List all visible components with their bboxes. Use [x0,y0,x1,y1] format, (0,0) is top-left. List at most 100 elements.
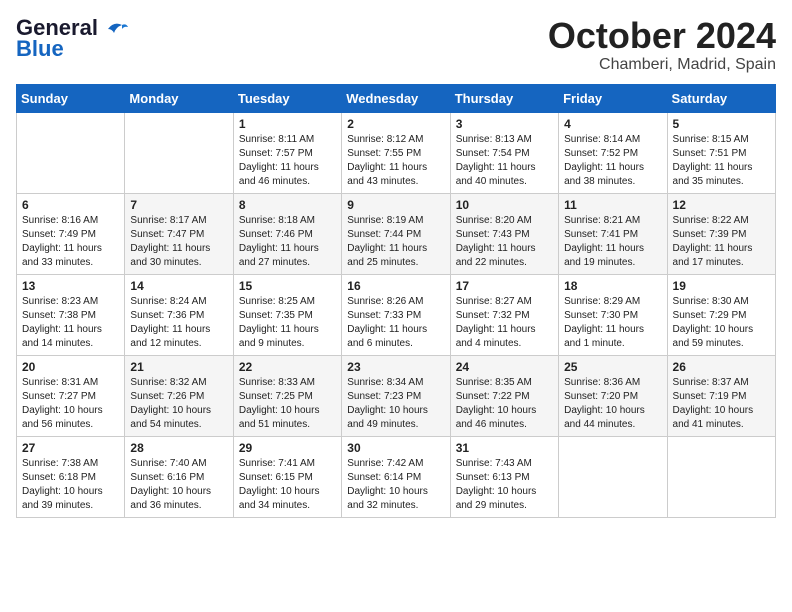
day-info: Sunrise: 7:43 AM Sunset: 6:13 PM Dayligh… [456,457,553,513]
day-info: Sunrise: 8:35 AM Sunset: 7:22 PM Dayligh… [456,376,553,432]
day-number: 6 [22,198,119,212]
day-number: 22 [239,360,336,374]
day-info: Sunrise: 8:24 AM Sunset: 7:36 PM Dayligh… [130,295,227,351]
calendar-week-row: 20 Sunrise: 8:31 AM Sunset: 7:27 PM Dayli… [17,355,776,436]
day-info: Sunrise: 8:12 AM Sunset: 7:55 PM Dayligh… [347,133,444,189]
day-number: 18 [564,279,661,293]
calendar-cell: 5 Sunrise: 8:15 AM Sunset: 7:51 PM Daylig… [667,112,775,193]
calendar-cell: 6 Sunrise: 8:16 AM Sunset: 7:49 PM Daylig… [17,193,125,274]
calendar-cell: 19Sunrise: 8:30 AM Sunset: 7:29 PM Dayli… [667,274,775,355]
calendar-cell: 17 Sunrise: 8:27 AM Sunset: 7:32 PM Dayli… [450,274,558,355]
weekday-header-friday: Friday [559,84,667,112]
logo-blue: Blue [16,36,64,62]
day-number: 28 [130,441,227,455]
day-number: 9 [347,198,444,212]
day-info: Sunrise: 8:19 AM Sunset: 7:44 PM Dayligh… [347,214,444,270]
calendar-cell: 8Sunrise: 8:18 AM Sunset: 7:46 PM Daylig… [233,193,341,274]
calendar-cell: 27 Sunrise: 7:38 AM Sunset: 6:18 PM Dayli… [17,436,125,517]
calendar-cell: 2 Sunrise: 8:12 AM Sunset: 7:55 PM Daylig… [342,112,450,193]
day-number: 26 [673,360,770,374]
calendar-week-row: 13 Sunrise: 8:23 AM Sunset: 7:38 PM Dayli… [17,274,776,355]
day-number: 13 [22,279,119,293]
weekday-header-sunday: Sunday [17,84,125,112]
calendar-cell [125,112,233,193]
title-area: October 2024 Chamberi, Madrid, Spain [548,16,776,74]
location-title: Chamberi, Madrid, Spain [548,56,776,74]
day-info: Sunrise: 8:20 AM Sunset: 7:43 PM Dayligh… [456,214,553,270]
calendar-cell: 31 Sunrise: 7:43 AM Sunset: 6:13 PM Dayli… [450,436,558,517]
day-number: 30 [347,441,444,455]
day-info: Sunrise: 8:14 AM Sunset: 7:52 PM Dayligh… [564,133,661,189]
day-number: 14 [130,279,227,293]
day-info: Sunrise: 8:11 AM Sunset: 7:57 PM Dayligh… [239,133,336,189]
calendar-cell: 28Sunrise: 7:40 AM Sunset: 6:16 PM Dayli… [125,436,233,517]
calendar-cell: 9 Sunrise: 8:19 AM Sunset: 7:44 PM Daylig… [342,193,450,274]
month-title: October 2024 [548,16,776,56]
day-info: Sunrise: 8:23 AM Sunset: 7:38 PM Dayligh… [22,295,119,351]
day-number: 15 [239,279,336,293]
day-number: 7 [130,198,227,212]
day-info: Sunrise: 8:22 AM Sunset: 7:39 PM Dayligh… [673,214,770,270]
calendar-cell: 3Sunrise: 8:13 AM Sunset: 7:54 PM Daylig… [450,112,558,193]
day-info: Sunrise: 8:17 AM Sunset: 7:47 PM Dayligh… [130,214,227,270]
calendar-cell: 26 Sunrise: 8:37 AM Sunset: 7:19 PM Dayli… [667,355,775,436]
logo: General Blue [16,16,128,62]
day-number: 25 [564,360,661,374]
day-info: Sunrise: 8:27 AM Sunset: 7:32 PM Dayligh… [456,295,553,351]
logo-bird-icon [106,21,128,37]
calendar-cell [667,436,775,517]
day-number: 1 [239,117,336,131]
calendar-cell: 13 Sunrise: 8:23 AM Sunset: 7:38 PM Dayli… [17,274,125,355]
day-info: Sunrise: 8:32 AM Sunset: 7:26 PM Dayligh… [130,376,227,432]
day-number: 31 [456,441,553,455]
day-info: Sunrise: 8:31 AM Sunset: 7:27 PM Dayligh… [22,376,119,432]
weekday-header-wednesday: Wednesday [342,84,450,112]
calendar-cell: 15 Sunrise: 8:25 AM Sunset: 7:35 PM Dayli… [233,274,341,355]
calendar-cell: 25 Sunrise: 8:36 AM Sunset: 7:20 PM Dayli… [559,355,667,436]
calendar-cell: 23Sunrise: 8:34 AM Sunset: 7:23 PM Dayli… [342,355,450,436]
day-number: 5 [673,117,770,131]
day-number: 24 [456,360,553,374]
day-info: Sunrise: 8:25 AM Sunset: 7:35 PM Dayligh… [239,295,336,351]
day-number: 23 [347,360,444,374]
calendar-week-row: 1 Sunrise: 8:11 AM Sunset: 7:57 PM Daylig… [17,112,776,193]
day-number: 10 [456,198,553,212]
day-info: Sunrise: 8:37 AM Sunset: 7:19 PM Dayligh… [673,376,770,432]
day-info: Sunrise: 8:36 AM Sunset: 7:20 PM Dayligh… [564,376,661,432]
calendar-cell: 11 Sunrise: 8:21 AM Sunset: 7:41 PM Dayli… [559,193,667,274]
day-number: 3 [456,117,553,131]
weekday-header-row: SundayMondayTuesdayWednesdayThursdayFrid… [17,84,776,112]
calendar-cell: 16Sunrise: 8:26 AM Sunset: 7:33 PM Dayli… [342,274,450,355]
day-number: 11 [564,198,661,212]
calendar-cell: 22 Sunrise: 8:33 AM Sunset: 7:25 PM Dayli… [233,355,341,436]
calendar-cell: 29Sunrise: 7:41 AM Sunset: 6:15 PM Dayli… [233,436,341,517]
calendar-cell: 4Sunrise: 8:14 AM Sunset: 7:52 PM Daylig… [559,112,667,193]
day-info: Sunrise: 8:15 AM Sunset: 7:51 PM Dayligh… [673,133,770,189]
day-info: Sunrise: 7:41 AM Sunset: 6:15 PM Dayligh… [239,457,336,513]
calendar-cell: 10 Sunrise: 8:20 AM Sunset: 7:43 PM Dayli… [450,193,558,274]
weekday-header-tuesday: Tuesday [233,84,341,112]
day-number: 27 [22,441,119,455]
calendar-week-row: 27 Sunrise: 7:38 AM Sunset: 6:18 PM Dayli… [17,436,776,517]
day-number: 20 [22,360,119,374]
day-number: 19 [673,279,770,293]
day-info: Sunrise: 7:38 AM Sunset: 6:18 PM Dayligh… [22,457,119,513]
day-info: Sunrise: 7:42 AM Sunset: 6:14 PM Dayligh… [347,457,444,513]
day-number: 8 [239,198,336,212]
page-header: General Blue October 2024 Chamberi, Madr… [16,16,776,74]
day-number: 12 [673,198,770,212]
day-number: 17 [456,279,553,293]
calendar-cell: 24 Sunrise: 8:35 AM Sunset: 7:22 PM Dayli… [450,355,558,436]
calendar-cell: 21 Sunrise: 8:32 AM Sunset: 7:26 PM Dayli… [125,355,233,436]
calendar-cell: 14 Sunrise: 8:24 AM Sunset: 7:36 PM Dayli… [125,274,233,355]
calendar-cell: 12 Sunrise: 8:22 AM Sunset: 7:39 PM Dayli… [667,193,775,274]
calendar-cell [17,112,125,193]
day-number: 2 [347,117,444,131]
day-number: 21 [130,360,227,374]
day-info: Sunrise: 8:33 AM Sunset: 7:25 PM Dayligh… [239,376,336,432]
weekday-header-saturday: Saturday [667,84,775,112]
calendar-week-row: 6 Sunrise: 8:16 AM Sunset: 7:49 PM Daylig… [17,193,776,274]
day-info: Sunrise: 8:16 AM Sunset: 7:49 PM Dayligh… [22,214,119,270]
weekday-header-monday: Monday [125,84,233,112]
day-info: Sunrise: 8:21 AM Sunset: 7:41 PM Dayligh… [564,214,661,270]
